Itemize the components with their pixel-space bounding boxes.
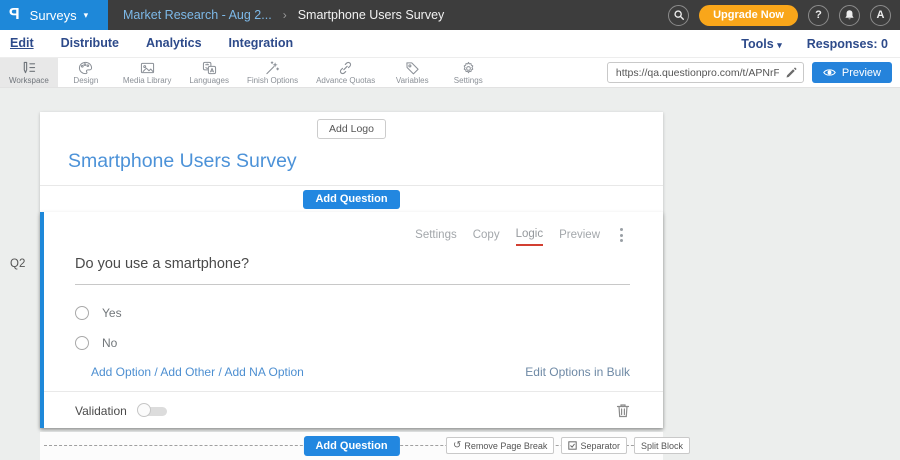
option-links-row: Add Option / Add Other / Add NA Option E… [44, 365, 663, 392]
survey-url-input[interactable] [607, 62, 804, 83]
gear-icon [461, 61, 476, 75]
toolbar-item-media-library[interactable]: Media Library [114, 58, 180, 87]
page-break-controls: ↺ Remove Page Break Separator Split Bloc… [446, 437, 690, 454]
surveys-product-menu[interactable]: P Surveys ▾ [0, 0, 108, 30]
notifications-button[interactable] [839, 5, 860, 26]
tab-analytics[interactable]: Analytics [146, 36, 202, 51]
survey-nav: Edit Distribute Analytics Integration To… [0, 30, 900, 57]
toolbar-item-finish-options[interactable]: Finish Options [238, 58, 307, 87]
question-number-label: Q2 [10, 258, 25, 270]
toolbar-item-workspace[interactable]: Workspace [0, 58, 58, 87]
help-button[interactable]: ? [808, 5, 829, 26]
toolbar-right: Preview [607, 58, 900, 87]
tag-icon [405, 61, 420, 75]
search-button[interactable] [668, 5, 689, 26]
topbar-actions: Upgrade Now ? A [668, 5, 900, 26]
eye-icon [823, 68, 836, 77]
validation-row: Validation [44, 392, 663, 418]
top-bar: P Surveys ▾ Market Research - Aug 2... ›… [0, 0, 900, 30]
delete-question-button[interactable] [616, 403, 630, 418]
remove-page-break-icon: ↺ [453, 441, 461, 451]
upgrade-now-button[interactable]: Upgrade Now [699, 5, 798, 26]
nav-tabs: Edit Distribute Analytics Integration [0, 36, 293, 51]
toolbar-item-variables[interactable]: Variables [384, 58, 440, 87]
tab-integration[interactable]: Integration [229, 36, 294, 51]
avatar[interactable]: A [870, 5, 891, 26]
toolbar-item-languages[interactable]: Languages [180, 58, 238, 87]
preview-button[interactable]: Preview [812, 62, 892, 83]
questionpro-logo-icon: P [9, 6, 20, 24]
bell-icon [844, 9, 855, 21]
toolbar-item-design[interactable]: Design [58, 58, 114, 87]
edit-options-in-bulk-link[interactable]: Edit Options in Bulk [525, 365, 630, 379]
nav-right: Tools ▾ Responses: 0 [741, 37, 900, 51]
option-label-yes[interactable]: Yes [102, 306, 122, 320]
breadcrumb: Market Research - Aug 2... › Smartphone … [123, 8, 444, 22]
breadcrumb-folder[interactable]: Market Research - Aug 2... [123, 8, 272, 22]
answer-options: Yes No [44, 285, 663, 350]
add-na-option-link[interactable]: Add NA Option [224, 365, 303, 379]
option-row: Yes [75, 305, 663, 320]
validation-toggle[interactable] [137, 403, 168, 418]
add-logo-button[interactable]: Add Logo [317, 119, 386, 139]
question-tab-settings[interactable]: Settings [415, 229, 457, 245]
separator-button[interactable]: Separator [561, 437, 627, 454]
search-icon [673, 9, 685, 21]
question-tab-logic[interactable]: Logic [516, 228, 544, 246]
question-text-field[interactable]: Do you use a smartphone? [75, 256, 630, 285]
question-toolbar: Settings Copy Logic Preview [44, 212, 663, 247]
responses-count: Responses: 0 [807, 37, 888, 51]
checkbox-checked-icon [568, 441, 577, 450]
survey-header-section: Add Logo Smartphone Users Survey [40, 112, 663, 185]
tab-edit[interactable]: Edit [10, 36, 34, 51]
tab-distribute[interactable]: Distribute [61, 36, 119, 51]
survey-url-wrap [607, 62, 804, 83]
caret-down-icon: ▾ [777, 40, 782, 50]
question-block: Settings Copy Logic Preview Do you use a… [40, 212, 663, 428]
workspace-icon [21, 61, 36, 75]
editor-toolbar: Workspace Design Media Library Languages… [0, 57, 900, 88]
question-tab-preview[interactable]: Preview [559, 229, 600, 245]
option-row: No [75, 335, 663, 350]
remove-page-break-button[interactable]: ↺ Remove Page Break [446, 437, 554, 454]
toolbar-item-settings[interactable]: Settings [440, 58, 496, 87]
breadcrumb-survey-name: Smartphone Users Survey [298, 8, 445, 22]
tools-menu[interactable]: Tools ▾ [741, 37, 781, 51]
caret-down-icon: ▾ [84, 10, 89, 21]
question-tab-copy[interactable]: Copy [473, 229, 500, 245]
radio-button-no[interactable] [75, 336, 89, 350]
palette-icon [78, 61, 93, 75]
trash-icon [616, 403, 630, 418]
edit-url-button[interactable] [785, 66, 798, 79]
pencil-icon [785, 66, 798, 79]
add-option-links: Add Option / Add Other / Add NA Option [91, 365, 304, 379]
question-more-menu[interactable] [616, 227, 627, 247]
page-break-section: Add Question ↺ Remove Page Break Separat… [40, 432, 663, 460]
option-label-no[interactable]: No [102, 336, 117, 350]
split-block-button[interactable]: Split Block [634, 437, 690, 454]
magic-wand-icon [265, 61, 280, 75]
chain-links-icon [338, 61, 353, 75]
breadcrumb-separator: › [283, 8, 287, 22]
validation-label: Validation [75, 404, 127, 418]
survey-card: Add Logo Smartphone Users Survey Add Que… [40, 112, 663, 428]
add-question-button-bottom[interactable]: Add Question [303, 436, 399, 456]
add-question-button-top[interactable]: Add Question [303, 190, 399, 209]
add-option-link[interactable]: Add Option [91, 365, 151, 379]
image-icon [140, 61, 155, 75]
translate-icon [202, 61, 217, 75]
add-question-section-top: Add Question [40, 185, 663, 212]
add-other-link[interactable]: Add Other [160, 365, 215, 379]
toolbar-item-advance-quotas[interactable]: Advance Quotas [307, 58, 384, 87]
survey-title[interactable]: Smartphone Users Survey [40, 150, 663, 173]
product-label: Surveys [30, 8, 77, 23]
radio-button-yes[interactable] [75, 306, 89, 320]
